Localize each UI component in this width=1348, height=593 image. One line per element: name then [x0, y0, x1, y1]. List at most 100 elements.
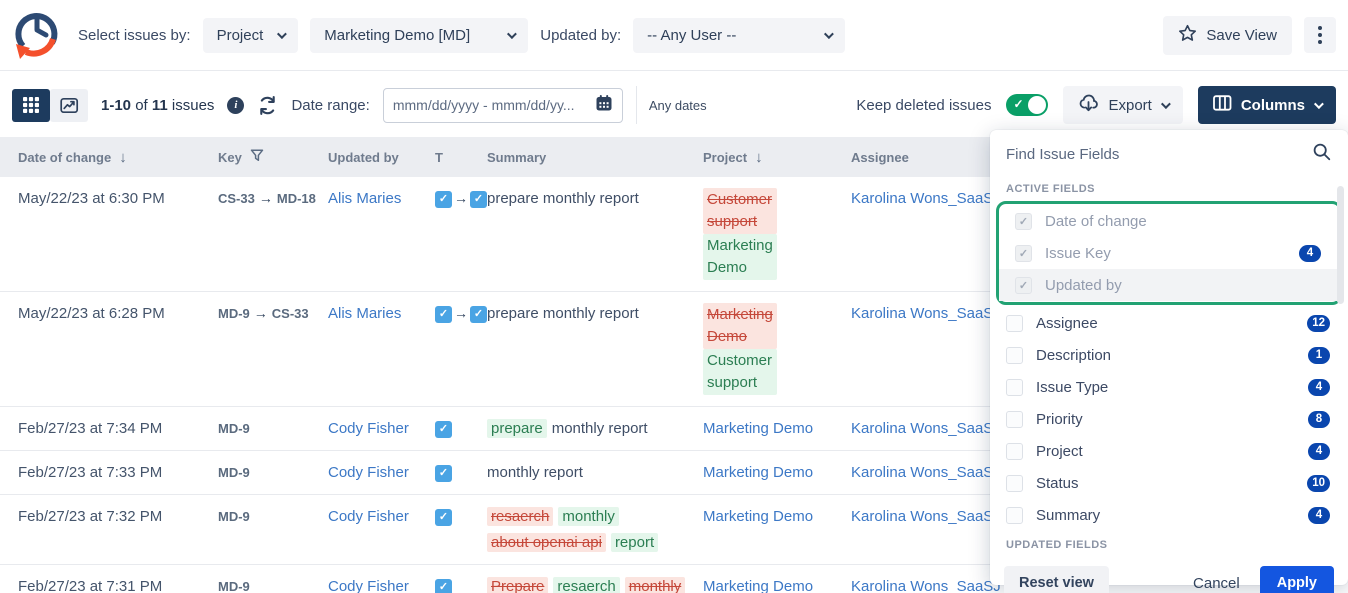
unchecked-checkbox[interactable] — [1006, 347, 1023, 364]
issue-key-from: MD-9 — [218, 509, 250, 524]
info-icon[interactable]: i — [227, 97, 244, 114]
column-header-type[interactable]: T — [435, 150, 487, 165]
panel-scrollbar[interactable] — [1337, 186, 1344, 304]
column-header-updated-by[interactable]: Updated by — [328, 150, 435, 165]
key-transition-arrow-icon: → — [255, 190, 277, 206]
assignee-link[interactable]: Karolina Wons_SaaSJ — [851, 190, 1001, 207]
sort-desc-icon[interactable]: ↓ — [755, 149, 763, 166]
updated-by-link[interactable]: Cody Fisher — [328, 508, 409, 525]
issue-key-from: MD-9 — [218, 421, 250, 436]
apply-button[interactable]: Apply — [1260, 566, 1334, 593]
toolbar-right: Keep deleted issues ✓ Export — [856, 86, 1336, 124]
unchecked-checkbox[interactable] — [1006, 379, 1023, 396]
save-view-button[interactable]: Save View — [1163, 16, 1292, 55]
checked-checkbox[interactable]: ✓ — [1015, 213, 1032, 230]
field-label: Summary — [1036, 507, 1100, 524]
cancel-button[interactable]: Cancel — [1193, 575, 1240, 592]
project-cell: Marketing Demo — [703, 462, 851, 483]
reset-view-button[interactable]: Reset view — [1004, 566, 1109, 593]
project-link[interactable]: Marketing Demo — [703, 578, 813, 593]
cloud-download-icon — [1078, 94, 1099, 116]
summary-cell: monthly report — [487, 462, 703, 483]
column-header-project[interactable]: Project↓ — [703, 149, 851, 166]
field-item-issue-key[interactable]: ✓Issue Key4 — [999, 237, 1339, 269]
project-link[interactable]: Marketing Demo — [703, 508, 813, 525]
unchecked-checkbox[interactable] — [1006, 475, 1023, 492]
search-placeholder: Find Issue Fields — [1006, 146, 1312, 163]
save-view-label: Save View — [1206, 27, 1277, 44]
filter-funnel-icon[interactable] — [250, 149, 264, 165]
project-link[interactable]: Marketing Demo — [703, 464, 813, 481]
assignee-link[interactable]: Karolina Wons_SaaSJ — [851, 464, 1001, 481]
field-item-updated-by[interactable]: ✓Updated by — [999, 269, 1339, 301]
updated-by-link[interactable]: Cody Fisher — [328, 420, 409, 437]
date-of-change-cell: Feb/27/23 at 7:31 PM — [18, 576, 218, 593]
sort-desc-icon[interactable]: ↓ — [119, 149, 127, 166]
refresh-button[interactable] — [257, 95, 278, 116]
assignee-link[interactable]: Karolina Wons_SaaSJ — [851, 305, 1001, 322]
field-item-assignee[interactable]: Assignee12 — [990, 307, 1348, 339]
unchecked-checkbox[interactable] — [1006, 507, 1023, 524]
updated-by-link[interactable]: Cody Fisher — [328, 578, 409, 593]
field-count-badge: 4 — [1299, 245, 1321, 262]
date-range-placeholder: mmm/dd/yyyy - mmm/dd/yy... — [393, 97, 575, 113]
assignee-link[interactable]: Karolina Wons_SaaSJ — [851, 508, 1001, 525]
unchecked-checkbox[interactable] — [1006, 315, 1023, 332]
unchecked-checkbox[interactable] — [1006, 411, 1023, 428]
project-cell: Customer supportMarketing Demo — [703, 188, 851, 280]
trend-chart-icon — [60, 97, 79, 114]
issue-key-cell: MD-9 — [218, 576, 328, 593]
checked-checkbox[interactable]: ✓ — [1015, 277, 1032, 294]
select-by-dropdown[interactable]: Project — [203, 18, 299, 53]
issue-key-to: MD-18 — [277, 191, 316, 206]
type-transition-arrow-icon: → — [452, 190, 470, 206]
column-header-summary[interactable]: Summary — [487, 150, 703, 165]
updated-by-link[interactable]: Cody Fisher — [328, 464, 409, 481]
more-options-button[interactable] — [1304, 17, 1336, 53]
export-label: Export — [1108, 97, 1151, 114]
find-fields-search[interactable]: Find Issue Fields — [990, 130, 1348, 175]
field-item-issue-type[interactable]: Issue Type 4 — [990, 371, 1348, 403]
task-type-icon: ✓ — [435, 191, 452, 208]
project-cell: Marketing DemoCustomer support — [703, 303, 851, 395]
column-header-key[interactable]: Key — [218, 149, 328, 165]
updated-by-cell: Cody Fisher — [328, 506, 435, 527]
task-type-icon: ✓ — [435, 421, 452, 438]
project-value: Marketing Demo [MD] — [324, 27, 470, 44]
project-dropdown[interactable]: Marketing Demo [MD] — [310, 18, 528, 53]
issue-key-from: MD-9 — [218, 579, 250, 593]
field-item-description[interactable]: Description1 — [990, 339, 1348, 371]
calendar-icon[interactable] — [595, 94, 613, 117]
updated-by-link[interactable]: Alis Maries — [328, 190, 401, 207]
checked-checkbox[interactable]: ✓ — [1015, 245, 1032, 262]
updated-by-dropdown[interactable]: -- Any User -- — [633, 18, 845, 53]
date-range-input[interactable]: mmm/dd/yyyy - mmm/dd/yy... — [383, 88, 623, 123]
issue-key-cell: MD-9 — [218, 418, 328, 439]
field-item-status[interactable]: Status10 — [990, 467, 1348, 499]
grid-view-button[interactable] — [12, 89, 50, 122]
field-item-date-of-change[interactable]: ✓Date of change — [999, 205, 1339, 237]
field-label: Issue Type — [1036, 379, 1108, 396]
summary-cell: resaerchmonthlyabout openai apireport — [487, 506, 703, 553]
summary-cell: prepare monthly report — [487, 303, 703, 324]
field-item-summary[interactable]: Summary4 — [990, 499, 1348, 531]
field-count-badge: 4 — [1308, 379, 1330, 396]
column-header-date-of-change[interactable]: Date of change↓ — [18, 149, 218, 166]
any-dates-label: Any dates — [636, 86, 707, 124]
columns-button[interactable]: Columns — [1198, 86, 1336, 124]
updated-by-value: -- Any User -- — [647, 27, 736, 44]
keep-deleted-toggle[interactable]: ✓ — [1006, 94, 1048, 116]
export-button[interactable]: Export — [1063, 86, 1182, 124]
project-link[interactable]: Marketing Demo — [703, 420, 813, 437]
updated-by-link[interactable]: Alis Maries — [328, 305, 401, 322]
header-divider — [0, 70, 1348, 71]
project-added-text: Customer support — [703, 349, 777, 395]
issue-key-cell: MD-9 — [218, 462, 328, 483]
task-type-icon: ✓ — [470, 191, 487, 208]
chart-view-button[interactable] — [50, 89, 88, 122]
assignee-link[interactable]: Karolina Wons_SaaSJ — [851, 578, 1001, 593]
field-item-project[interactable]: Project4 — [990, 435, 1348, 467]
unchecked-checkbox[interactable] — [1006, 443, 1023, 460]
field-item-priority[interactable]: Priority8 — [990, 403, 1348, 435]
assignee-link[interactable]: Karolina Wons_SaaSJ — [851, 420, 1001, 437]
